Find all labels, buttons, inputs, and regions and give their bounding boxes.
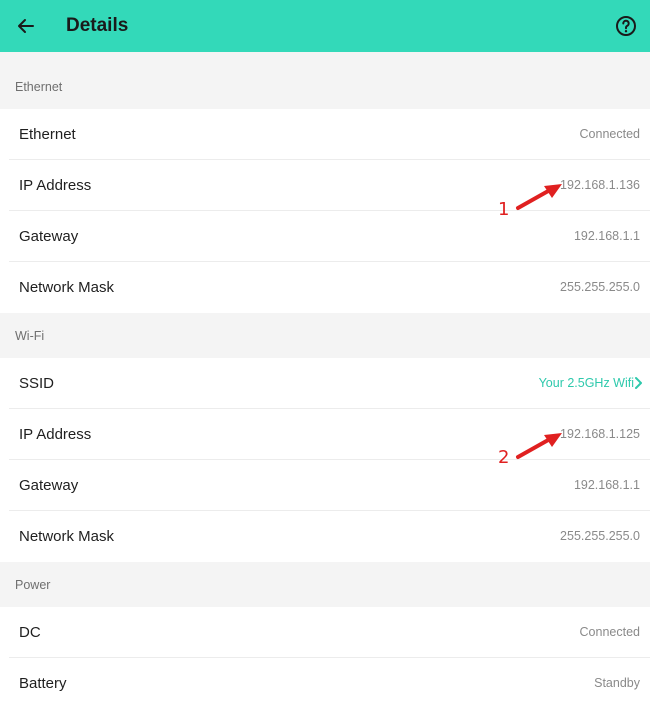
back-button[interactable]: [12, 12, 40, 40]
row-value: Standby: [594, 676, 640, 690]
row-power-battery: Battery Standby: [0, 658, 650, 709]
section-header-power: Power: [0, 563, 650, 607]
row-label: IP Address: [19, 426, 92, 443]
row-label: Network Mask: [19, 279, 115, 296]
row-value: 255.255.255.0: [560, 529, 640, 543]
chevron-right-icon: [635, 377, 642, 389]
app-bar: Details: [0, 0, 650, 52]
row-wifi-mask: Network Mask 255.255.255.0: [0, 511, 650, 562]
section-header-ethernet: Ethernet: [0, 65, 650, 109]
page-title: Details: [66, 15, 129, 36]
row-label: Gateway: [19, 477, 79, 494]
row-label: IP Address: [19, 177, 92, 194]
annotation-number: 1: [498, 199, 510, 220]
help-circle-icon: [616, 16, 636, 36]
row-label: SSID: [19, 375, 55, 392]
row-label: Ethernet: [19, 126, 76, 143]
row-label: Gateway: [19, 228, 79, 245]
row-value: 255.255.255.0: [560, 280, 640, 294]
row-value: Connected: [579, 625, 640, 639]
row-value: Connected: [579, 127, 640, 141]
row-label: Battery: [19, 675, 67, 692]
row-ethernet-status: Ethernet Connected: [0, 109, 650, 160]
row-power-dc: DC Connected: [0, 607, 650, 658]
help-button[interactable]: [614, 14, 638, 38]
annotation-arrow-icon: [516, 433, 562, 459]
row-wifi-ssid[interactable]: SSID Your 2.5GHz Wifi: [0, 358, 650, 409]
row-label: Network Mask: [19, 528, 115, 545]
annotation-arrow-icon: [516, 184, 562, 210]
row-ethernet-mask: Network Mask 255.255.255.0: [0, 262, 650, 313]
row-label: DC: [19, 624, 41, 641]
annotation-number: 2: [498, 447, 510, 468]
arrow-left-icon: [18, 19, 34, 33]
section-header-wifi: Wi-Fi: [0, 314, 650, 358]
ssid-link[interactable]: Your 2.5GHz Wifi: [539, 358, 634, 409]
